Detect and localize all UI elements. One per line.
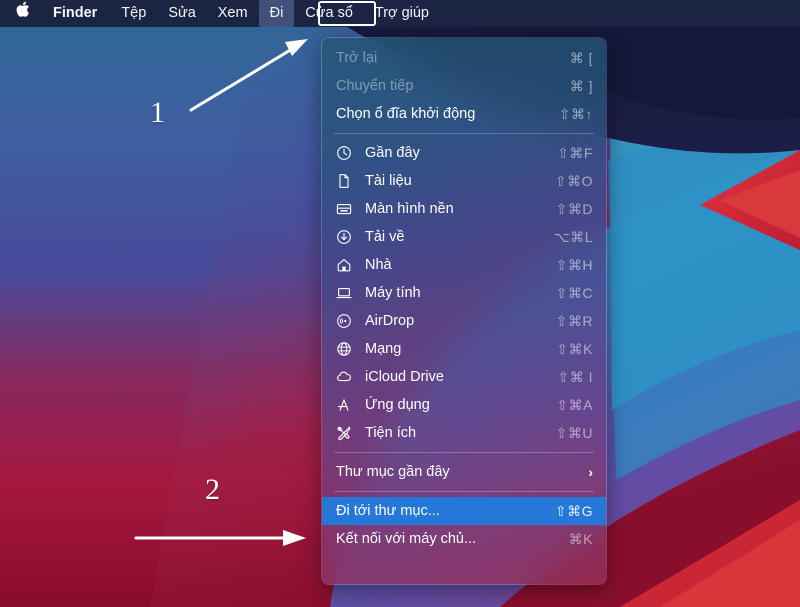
menubar-item-finder[interactable]: Finder <box>40 0 110 27</box>
menubar-item-file[interactable]: Tệp <box>110 0 157 27</box>
menu-item-shortcut: ⇧⌘D <box>555 200 593 217</box>
menubar-item-help[interactable]: Trợ giúp <box>364 0 440 27</box>
menu-separator <box>334 452 594 453</box>
menu-item-airdrop[interactable]: AirDrop ⇧⌘R <box>322 307 606 335</box>
menu-item-label: AirDrop <box>365 313 415 329</box>
menu-item-desktop[interactable]: Màn hình nền ⇧⌘D <box>322 195 606 223</box>
menu-item-label: Nhà <box>365 257 392 273</box>
menu-item-shortcut: ⇧⌘R <box>555 312 593 329</box>
menu-item-shortcut: ⇧⌘↑ <box>558 105 593 122</box>
menu-item-go-to-folder[interactable]: Đi tới thư mục... ⇧⌘G <box>322 497 606 525</box>
menu-item-label: iCloud Drive <box>365 369 444 385</box>
menu-item-shortcut: ⇧⌘K <box>556 340 593 357</box>
menu-item-icloud-drive[interactable]: iCloud Drive ⇧⌘ I <box>322 363 606 391</box>
annotation-number-2: 2 <box>205 473 220 506</box>
menu-item-utilities[interactable]: Tiện ích ⇧⌘U <box>322 419 606 447</box>
menu-item-computer[interactable]: Máy tính ⇧⌘C <box>322 279 606 307</box>
computer-icon <box>336 285 361 301</box>
download-icon <box>336 229 361 245</box>
menu-item-shortcut: ⇧⌘G <box>554 502 593 519</box>
menubar-item-window[interactable]: Cửa sổ <box>294 0 364 27</box>
apple-menu-icon[interactable] <box>0 0 40 27</box>
menubar-item-edit[interactable]: Sửa <box>157 0 206 27</box>
network-globe-icon <box>336 341 361 357</box>
menu-item-label: Chọn ổ đĩa khởi động <box>336 106 476 122</box>
menu-item-connect-to-server[interactable]: Kết nối với máy chủ... ⌘K <box>322 525 606 553</box>
menu-item-recents[interactable]: Gần đây ⇧⌘F <box>322 139 606 167</box>
menu-item-label: Máy tính <box>365 285 421 301</box>
menu-item-select-startup-disk[interactable]: Chọn ổ đĩa khởi động ⇧⌘↑ <box>322 100 606 128</box>
menu-item-downloads[interactable]: Tải về ⌥⌘L <box>322 223 606 251</box>
airdrop-icon <box>336 313 361 329</box>
menu-item-label: Thư mục gần đây <box>336 464 450 480</box>
desktop-icon <box>336 201 361 217</box>
menu-item-label: Tải về <box>365 229 405 245</box>
menu-item-network[interactable]: Mạng ⇧⌘K <box>322 335 606 363</box>
menu-item-label: Mạng <box>365 341 402 357</box>
go-dropdown-menu: Trở lại ⌘ [ Chuyển tiếp ⌘ ] Chọn ổ đĩa k… <box>321 37 607 585</box>
menu-item-label: Chuyển tiếp <box>336 78 414 94</box>
cloud-icon <box>336 369 361 385</box>
menu-item-label: Tiện ích <box>365 425 417 441</box>
menu-item-shortcut: ⇧⌘ I <box>557 368 593 385</box>
clock-icon <box>336 145 361 161</box>
applications-icon <box>336 397 361 413</box>
menu-item-label: Ứng dụng <box>365 397 430 413</box>
annotation-number-1: 1 <box>150 96 165 129</box>
menu-item-home[interactable]: Nhà ⇧⌘H <box>322 251 606 279</box>
menu-item-shortcut: ⌘ ] <box>569 77 593 94</box>
menu-item-shortcut: ⇧⌘A <box>556 396 593 413</box>
menu-item-label: Tài liệu <box>365 173 412 189</box>
menu-item-label: Màn hình nền <box>365 201 454 217</box>
menu-item-shortcut: ⌥⌘L <box>553 228 593 245</box>
menu-separator <box>334 491 594 492</box>
menu-item-forward[interactable]: Chuyển tiếp ⌘ ] <box>322 72 606 100</box>
menu-item-applications[interactable]: Ứng dụng ⇧⌘A <box>322 391 606 419</box>
menu-item-shortcut: ⌘K <box>568 530 593 547</box>
apple-logo-icon <box>16 1 29 17</box>
menu-item-back[interactable]: Trở lại ⌘ [ <box>322 44 606 72</box>
menu-item-shortcut: ⇧⌘C <box>555 284 593 301</box>
menu-item-recent-folders[interactable]: Thư mục gần đây › <box>322 458 606 486</box>
menu-item-shortcut: ⇧⌘H <box>555 256 593 273</box>
menu-item-documents[interactable]: Tài liệu ⇧⌘O <box>322 167 606 195</box>
menu-item-label: Kết nối với máy chủ... <box>336 531 477 547</box>
menubar-item-go[interactable]: Đi <box>258 0 295 27</box>
menu-item-shortcut: ⇧⌘F <box>557 144 593 161</box>
menu-item-shortcut: ⌘ [ <box>569 49 593 66</box>
menu-item-shortcut: ⇧⌘O <box>554 172 593 189</box>
document-icon <box>336 173 361 189</box>
menu-item-label: Đi tới thư mục... <box>336 503 440 519</box>
home-icon <box>336 257 361 273</box>
menu-bar: Finder Tệp Sửa Xem Đi Cửa sổ Trợ giúp <box>0 0 800 27</box>
menubar-item-view[interactable]: Xem <box>207 0 259 27</box>
menu-separator <box>334 133 594 134</box>
chevron-right-icon: › <box>588 464 593 480</box>
menu-item-label: Trở lại <box>336 50 378 66</box>
menu-item-label: Gần đây <box>365 145 420 161</box>
menu-item-shortcut: ⇧⌘U <box>555 424 593 441</box>
utilities-icon <box>336 425 361 441</box>
